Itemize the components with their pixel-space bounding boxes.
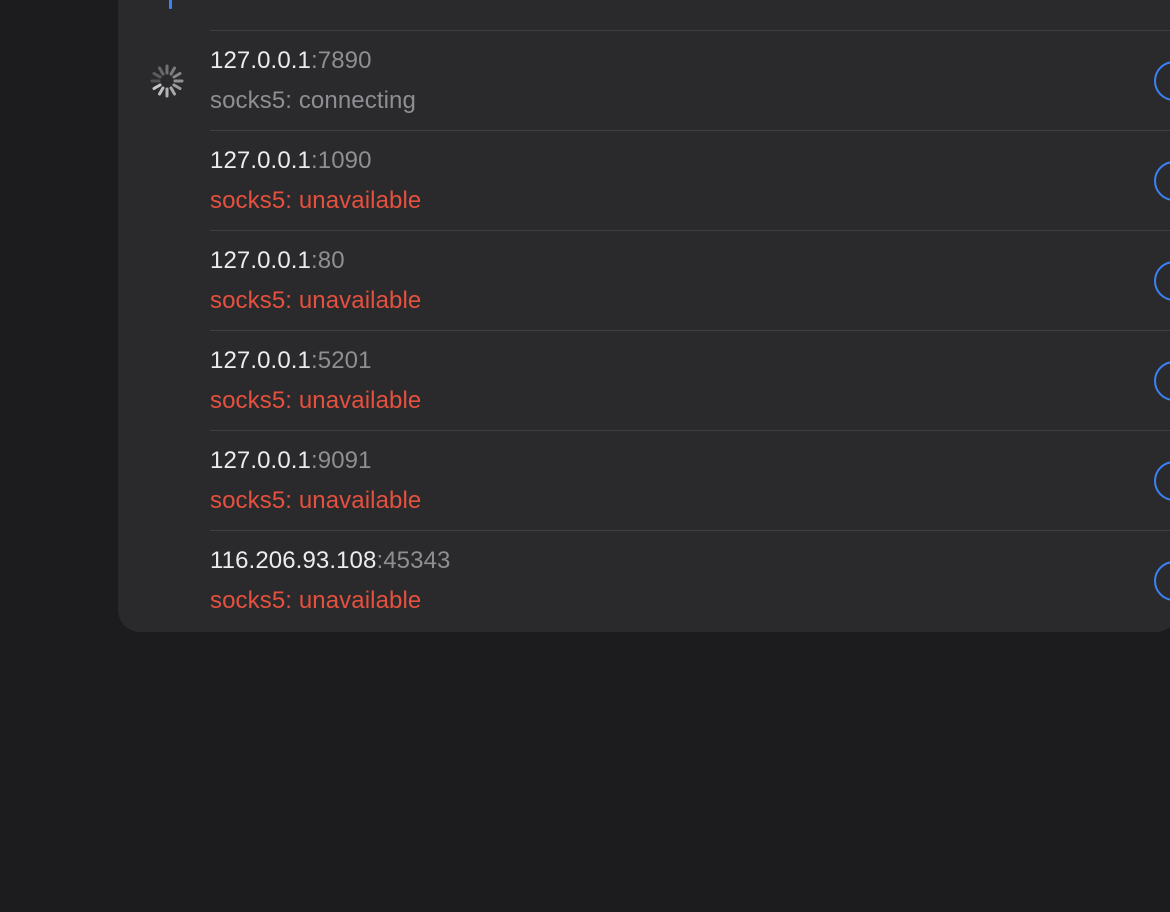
active-indicator — [169, 0, 172, 9]
proxy-list-card: … 127.0.0.1:7890 socks5: connecting 127.… — [118, 0, 1170, 632]
proxy-row[interactable]: 116.206.93.108:45343 socks5: unavailable — [118, 530, 1170, 630]
proxy-host: 116.206.93.108 — [210, 547, 377, 574]
spinner-tick — [158, 66, 165, 76]
row-divider — [210, 130, 1170, 131]
proxy-host: 127.0.0.1 — [210, 147, 311, 174]
proxy-port: 9091 — [317, 447, 372, 474]
radio-unselected-icon[interactable] — [1154, 561, 1170, 601]
loading-spinner-icon — [150, 64, 184, 98]
radio-unselected-icon[interactable] — [1154, 461, 1170, 501]
proxy-row[interactable]: 127.0.0.1:5201 socks5: unavailable — [118, 330, 1170, 430]
proxy-status: socks5: connecting — [210, 87, 416, 114]
proxy-address: 116.206.93.108:45343 — [210, 547, 451, 574]
proxy-port: 80 — [317, 247, 345, 274]
proxy-address: 127.0.0.1:1090 — [210, 147, 372, 174]
proxy-address: 127.0.0.1:7890 — [210, 47, 372, 74]
proxy-rows: 127.0.0.1:7890 socks5: connecting 127.0.… — [118, 30, 1170, 630]
proxy-row[interactable]: 127.0.0.1:9091 socks5: unavailable — [118, 430, 1170, 530]
radio-unselected-icon[interactable] — [1154, 61, 1170, 101]
proxy-host: 127.0.0.1 — [210, 47, 311, 74]
proxy-row-partial[interactable]: … — [118, 0, 1170, 31]
proxy-host: 127.0.0.1 — [210, 447, 311, 474]
row-divider — [210, 530, 1170, 531]
proxy-status: socks5: unavailable — [210, 187, 422, 214]
proxy-address: 127.0.0.1:9091 — [210, 447, 372, 474]
spinner-tick — [169, 66, 176, 76]
proxy-port: 5201 — [317, 347, 372, 374]
spinner-tick — [169, 86, 176, 96]
proxy-status: socks5: unavailable — [210, 487, 422, 514]
radio-unselected-icon[interactable] — [1154, 261, 1170, 301]
spinner-tick — [152, 83, 162, 90]
row-divider — [210, 330, 1170, 331]
row-divider — [210, 430, 1170, 431]
radio-unselected-icon[interactable] — [1154, 361, 1170, 401]
proxy-row[interactable]: 127.0.0.1:80 socks5: unavailable — [118, 230, 1170, 330]
proxy-row-partial-label: … — [210, 0, 234, 4]
row-divider — [210, 30, 1170, 31]
spinner-tick — [152, 72, 162, 79]
proxy-status: socks5: unavailable — [210, 587, 422, 614]
spinner-tick — [158, 86, 165, 96]
radio-unselected-icon[interactable] — [1154, 161, 1170, 201]
proxy-row[interactable]: 127.0.0.1:7890 socks5: connecting — [118, 30, 1170, 130]
proxy-port: 7890 — [317, 47, 372, 74]
proxy-port: 1090 — [317, 147, 372, 174]
proxy-address: 127.0.0.1:5201 — [210, 347, 372, 374]
spinner-tick — [172, 83, 182, 90]
proxy-status: socks5: unavailable — [210, 387, 422, 414]
proxy-row[interactable]: 127.0.0.1:1090 socks5: unavailable — [118, 130, 1170, 230]
proxy-status: socks5: unavailable — [210, 287, 422, 314]
proxy-host: 127.0.0.1 — [210, 347, 311, 374]
spinner-tick — [172, 72, 182, 79]
proxy-port: 45343 — [383, 547, 451, 574]
proxy-host: 127.0.0.1 — [210, 247, 311, 274]
row-divider — [210, 230, 1170, 231]
proxy-address: 127.0.0.1:80 — [210, 247, 345, 274]
